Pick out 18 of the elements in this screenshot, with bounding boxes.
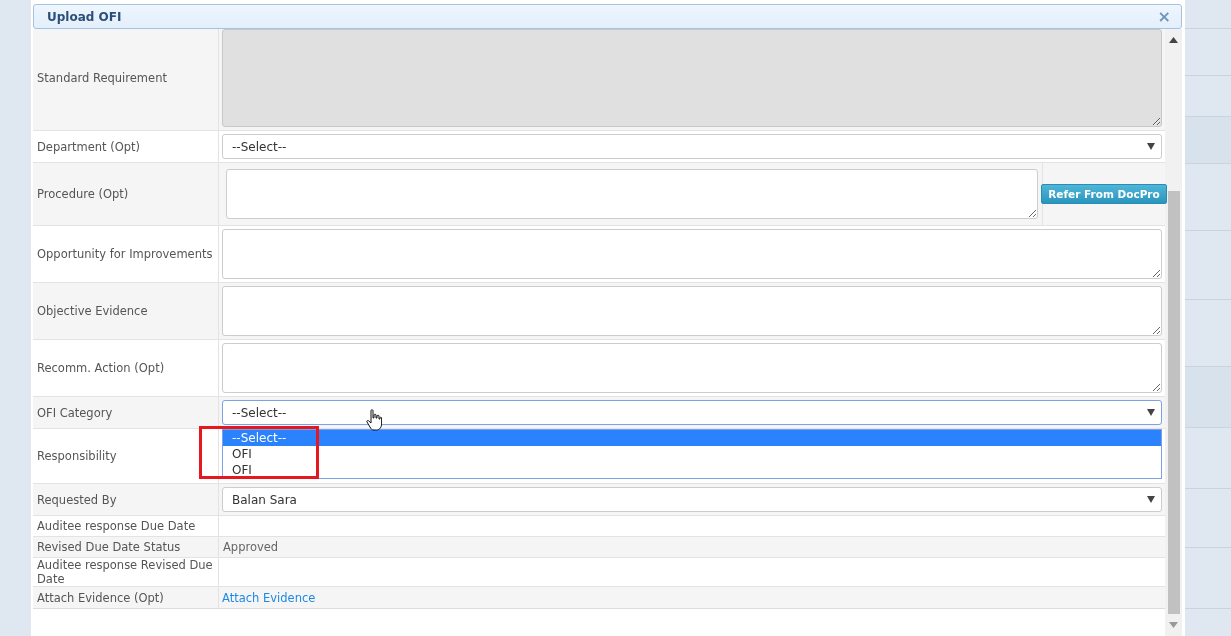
scroll-up-icon[interactable] <box>1169 37 1178 43</box>
dialog-title: Upload OFI <box>47 9 122 24</box>
text-area[interactable] <box>222 229 1162 279</box>
dropdown-caret-icon <box>1147 409 1155 416</box>
dropdown-caret-icon <box>1147 143 1155 150</box>
text-area[interactable] <box>222 343 1162 393</box>
field-label: Attach Evidence (Opt) <box>33 587 219 608</box>
field-value: Approved <box>222 540 279 554</box>
scrollbar[interactable] <box>1165 29 1182 636</box>
dropdown-option[interactable]: --Select-- <box>223 430 1161 446</box>
dropdown-caret-icon <box>1147 496 1155 503</box>
scrollbar-thumb[interactable] <box>1167 191 1180 614</box>
text-area[interactable] <box>226 169 1038 219</box>
select-field[interactable]: --Select-- <box>222 134 1162 159</box>
select-field[interactable]: Balan Sara <box>222 487 1162 512</box>
text-area[interactable] <box>222 286 1162 336</box>
scroll-down-icon[interactable] <box>1169 622 1178 628</box>
select-field[interactable]: --Select-- <box>222 400 1162 425</box>
